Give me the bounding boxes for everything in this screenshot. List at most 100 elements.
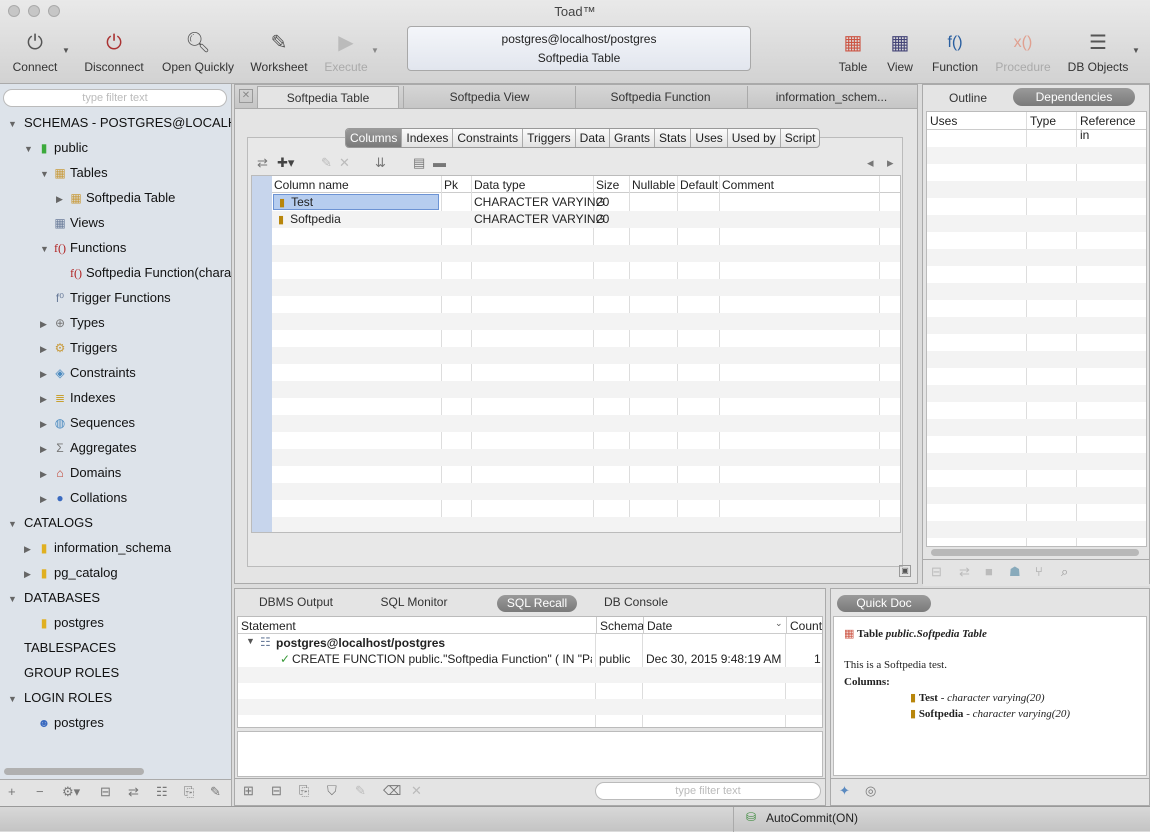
disclosure-open-icon[interactable]: ▼ (24, 137, 36, 162)
tag-icon[interactable]: ✎ (321, 155, 332, 171)
tab-dbms-output[interactable]: DBMS Output (251, 592, 341, 612)
grid-row[interactable] (272, 517, 900, 532)
tree-item[interactable]: ▶ Σ Aggregates (0, 435, 137, 460)
execute-button[interactable]: ▶ Execute (320, 30, 372, 74)
execute-dropdown-arrow[interactable]: ▼ (371, 46, 379, 55)
tree-filter-input[interactable]: type filter text (3, 89, 227, 107)
edit-icon[interactable]: ✎ (210, 784, 221, 800)
sql-preview-area[interactable] (237, 731, 823, 777)
worksheet-button[interactable]: ✎ Worksheet (248, 30, 310, 74)
expand-icon[interactable]: ⊞ (243, 783, 254, 799)
tree-item[interactable]: ☻ postgres (0, 710, 104, 735)
grid-row[interactable] (272, 432, 900, 449)
tab-softpedia-view[interactable]: Softpedia View (403, 86, 575, 108)
tab-softpedia-table[interactable]: Softpedia Table (257, 86, 399, 108)
grid-row[interactable] (272, 415, 900, 432)
delete-column-icon[interactable]: ✕ (339, 155, 350, 171)
tree-item[interactable]: ▼ ▦ Tables (0, 160, 108, 185)
hierarchy-icon[interactable]: ☗ (1009, 564, 1021, 580)
recall-filter-input[interactable]: type filter text (595, 782, 821, 800)
disclosure-closed-icon[interactable]: ▶ (40, 387, 52, 412)
swap-icon[interactable]: ⇄ (959, 564, 970, 580)
dependencies-header-type[interactable]: Type (1030, 114, 1056, 128)
edit-icon[interactable]: ✎ (355, 783, 366, 799)
tab-dependencies[interactable]: Dependencies (1013, 88, 1135, 106)
clear-filter-icon[interactable]: ⌫ (383, 783, 401, 799)
disclosure-open-icon[interactable]: ▼ (8, 112, 20, 137)
grid-row[interactable] (272, 228, 900, 245)
grid-row[interactable] (272, 381, 900, 398)
tree-item[interactable]: ▼ LOGIN ROLES (0, 685, 112, 710)
tree-item[interactable]: ▶ ▮ information_schema (0, 535, 171, 560)
tree-item[interactable]: GROUP ROLES (0, 660, 119, 685)
tab-sql-recall[interactable]: SQL Recall (497, 595, 577, 612)
grid-row[interactable] (272, 449, 900, 466)
sql-recall-group-row[interactable]: ▼ ☷ postgres@localhost/postgres (238, 635, 822, 651)
disclosure-open-icon[interactable]: ▼ (8, 512, 20, 537)
arrow-right-icon[interactable]: ▸ (887, 155, 894, 171)
maximize-icon[interactable]: ▣ (899, 565, 911, 577)
column-header-column-name[interactable]: Column name (274, 178, 349, 192)
subtab-used-by[interactable]: Used by (726, 129, 780, 147)
subtab-script[interactable]: Script (779, 129, 820, 147)
grid-row[interactable] (272, 398, 900, 415)
disclosure-open-icon[interactable]: ▼ (246, 636, 255, 646)
tab-softpedia-function[interactable]: Softpedia Function (575, 86, 745, 108)
tree-item[interactable]: f() Softpedia Function(chara (0, 260, 231, 285)
gear-icon[interactable]: ⚙▾ (62, 784, 80, 800)
tree-item[interactable]: f⁰ Trigger Functions (0, 285, 171, 310)
dependencies-scrollbar[interactable] (931, 549, 1139, 556)
collapse-icon[interactable]: ⊟ (271, 783, 282, 799)
column-header-statement[interactable]: Statement (241, 619, 296, 633)
new-procedure-button[interactable]: x() Procedure (994, 30, 1052, 74)
new-function-button[interactable]: f() Function (928, 30, 982, 74)
tree-item[interactable]: ▶ ◍ Sequences (0, 410, 135, 435)
column-header-default[interactable]: Default (680, 178, 718, 192)
stop-icon[interactable]: ■ (985, 564, 993, 579)
disconnect-button[interactable]: ⏻ Disconnect (82, 30, 146, 74)
disclosure-closed-icon[interactable]: ▶ (40, 312, 52, 337)
tree-item[interactable]: ▶ ⌂ Domains (0, 460, 121, 485)
subtab-indexes[interactable]: Indexes (401, 129, 452, 147)
connection-selector[interactable]: postgres@localhost/postgres Softpedia Ta… (407, 26, 751, 71)
column-header-nullable[interactable]: Nullable (632, 178, 675, 192)
tab-outline[interactable]: Outline (933, 88, 1003, 108)
grid-row[interactable] (272, 313, 900, 330)
document-icon[interactable]: ▤ (413, 155, 425, 171)
dependencies-header-uses[interactable]: Uses (930, 114, 957, 128)
grid-row[interactable] (272, 262, 900, 279)
tree-item[interactable]: ▼ DATABASES (0, 585, 100, 610)
move-down-icon[interactable]: ⇊ (375, 155, 386, 171)
disclosure-closed-icon[interactable]: ▶ (40, 337, 52, 362)
column-header-data-type[interactable]: Data type (474, 178, 525, 192)
tree-item[interactable]: ▶ ● Collations (0, 485, 127, 510)
delete-icon[interactable]: ✕ (411, 783, 422, 799)
tree-item[interactable]: ▶ ◈ Constraints (0, 360, 136, 385)
panel-icon[interactable]: ▬ (433, 155, 446, 170)
tree-item[interactable]: ▼ ▮ public (0, 135, 88, 160)
grid-row[interactable] (272, 500, 900, 517)
tab-quick-doc[interactable]: Quick Doc (837, 595, 931, 612)
disclosure-closed-icon[interactable]: ▶ (56, 187, 68, 212)
tree-item[interactable]: TABLESPACES (0, 635, 116, 660)
filter-icon[interactable]: ⛉ (327, 783, 337, 799)
tree-item[interactable]: ▦ Views (0, 210, 104, 235)
tab-db-console[interactable]: DB Console (597, 592, 675, 612)
grid-row[interactable] (272, 296, 900, 313)
link-icon[interactable]: ⇄ (128, 784, 139, 800)
disclosure-closed-icon[interactable]: ▶ (40, 362, 52, 387)
grid-row[interactable] (272, 466, 900, 483)
grid-cell[interactable]: ▮ Test (273, 194, 439, 210)
open-quickly-button[interactable]: 🔍︎ Open Quickly (160, 30, 236, 74)
disclosure-closed-icon[interactable]: ▶ (24, 537, 36, 562)
tree-item[interactable]: ▶ ▦ Softpedia Table (0, 185, 175, 210)
subtab-data[interactable]: Data (574, 129, 609, 147)
disclosure-open-icon[interactable]: ▼ (8, 587, 20, 612)
grid-row[interactable]: ▮ Softpedia CHARACTER VARYING 20 (272, 211, 900, 228)
dependencies-header-reference-in[interactable]: Reference in (1080, 114, 1146, 142)
column-header-pk[interactable]: Pk (444, 178, 458, 192)
grid-cell[interactable]: 20 (596, 195, 609, 209)
grid-cell[interactable]: ▮ Softpedia (274, 212, 341, 226)
column-header-schema[interactable]: Schema (596, 617, 647, 634)
tree-item[interactable]: ▶ ⚙ Triggers (0, 335, 117, 360)
